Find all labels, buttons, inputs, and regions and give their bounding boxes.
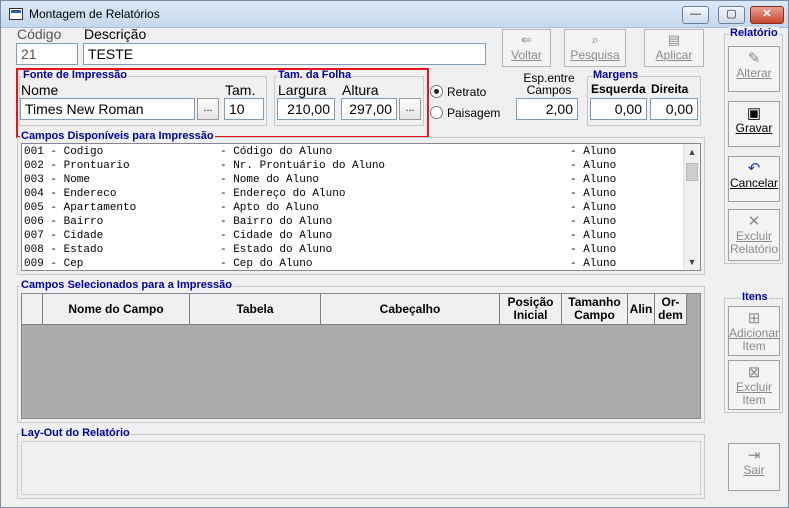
retrato-radio[interactable] bbox=[430, 85, 443, 98]
descricao-field[interactable]: TESTE bbox=[83, 43, 486, 65]
highlight-box bbox=[16, 68, 429, 138]
main-window: Montagem de Relatórios — ▢ ✕ Código 21 D… bbox=[0, 0, 789, 508]
maximize-button[interactable]: ▢ bbox=[718, 6, 745, 24]
campos-selecionados-title: Campos Selecionados para a Impressão bbox=[20, 279, 233, 291]
itens-panel-title: Itens bbox=[741, 291, 769, 303]
delete-item-icon: ⊠ bbox=[747, 364, 761, 381]
aplicar-button[interactable]: ▤ Aplicar bbox=[644, 29, 704, 67]
exit-door-icon: ⇥ bbox=[747, 447, 761, 464]
col-alin[interactable]: Alin bbox=[628, 294, 655, 325]
delete-x-icon: ✕ bbox=[747, 213, 761, 230]
app-icon bbox=[9, 8, 23, 20]
campos-disponiveis-list[interactable]: 001 - Codigo - Código do Aluno - Aluno 002… bbox=[21, 143, 701, 271]
grid-row-header bbox=[22, 294, 43, 325]
layout-group-title: Lay-Out do Relatório bbox=[20, 427, 131, 439]
relatorio-panel-title: Relatório bbox=[729, 27, 779, 39]
save-icon: ▣ bbox=[746, 105, 762, 122]
margem-esquerda-field[interactable]: 0,00 bbox=[590, 98, 647, 120]
edit-icon: ✎ bbox=[747, 50, 761, 67]
col-tabela[interactable]: Tabela bbox=[190, 294, 321, 325]
scroll-thumb[interactable] bbox=[686, 163, 698, 181]
close-button[interactable]: ✕ bbox=[750, 6, 784, 24]
back-arrow-icon: ⇐ bbox=[521, 32, 532, 47]
adicionar-item-button[interactable]: ⊞ Adicionar Item bbox=[728, 306, 780, 356]
descricao-label: Descrição bbox=[84, 26, 147, 42]
title-bar: Montagem de Relatórios — ▢ ✕ bbox=[1, 1, 788, 28]
col-posicao-inicial[interactable]: Posição Inicial bbox=[500, 294, 562, 325]
minimize-button[interactable]: — bbox=[682, 6, 709, 24]
add-item-icon: ⊞ bbox=[747, 310, 761, 327]
layout-preview-area[interactable] bbox=[21, 441, 701, 495]
list-scrollbar[interactable]: ▲ ▼ bbox=[683, 144, 700, 270]
campos-selecionados-grid[interactable]: Nome do Campo Tabela Cabeçalho Posição I… bbox=[21, 293, 701, 419]
col-nome-do-campo[interactable]: Nome do Campo bbox=[43, 294, 190, 325]
scroll-down-icon[interactable]: ▼ bbox=[684, 254, 700, 270]
margens-group-title: Margens bbox=[592, 69, 640, 81]
col-tamanho-campo[interactable]: Tamanho Campo bbox=[562, 294, 628, 325]
esquerda-label: Esquerda bbox=[591, 82, 646, 96]
voltar-button[interactable]: ⇐ Voltar bbox=[502, 29, 551, 67]
alterar-button[interactable]: ✎ Alterar bbox=[728, 46, 780, 92]
cancelar-button[interactable]: ↶ Cancelar bbox=[728, 156, 780, 202]
direita-label: Direita bbox=[651, 82, 689, 96]
col-cabecalho[interactable]: Cabeçalho bbox=[321, 294, 500, 325]
search-icon: ⌕ bbox=[591, 32, 599, 47]
codigo-label: Código bbox=[17, 26, 62, 42]
sair-button[interactable]: ⇥ Sair bbox=[728, 443, 780, 491]
apply-icon: ▤ bbox=[667, 32, 681, 47]
paisagem-radio[interactable] bbox=[430, 106, 443, 119]
campos-disponiveis-title: Campos Disponíveis para Impressão bbox=[20, 130, 215, 142]
retrato-label: Retrato bbox=[447, 85, 487, 99]
excluir-relatorio-button[interactable]: ✕ Excluir Relatório bbox=[728, 209, 780, 261]
undo-icon: ↶ bbox=[747, 160, 761, 177]
pesquisa-button[interactable]: ⌕ Pesquisa bbox=[564, 29, 626, 67]
excluir-item-button[interactable]: ⊠ Excluir Item bbox=[728, 360, 780, 410]
gravar-button[interactable]: ▣ Gravar bbox=[728, 101, 780, 147]
paisagem-label: Paisagem bbox=[447, 106, 501, 120]
window-title: Montagem de Relatórios bbox=[29, 7, 160, 21]
col-ordem[interactable]: Or- dem bbox=[655, 294, 687, 325]
scroll-up-icon[interactable]: ▲ bbox=[684, 144, 700, 160]
espacamento-field[interactable]: 2,00 bbox=[516, 98, 578, 120]
espacamento-label-2: Campos bbox=[526, 83, 572, 97]
codigo-field[interactable]: 21 bbox=[16, 43, 78, 65]
margem-direita-field[interactable]: 0,00 bbox=[650, 98, 698, 120]
